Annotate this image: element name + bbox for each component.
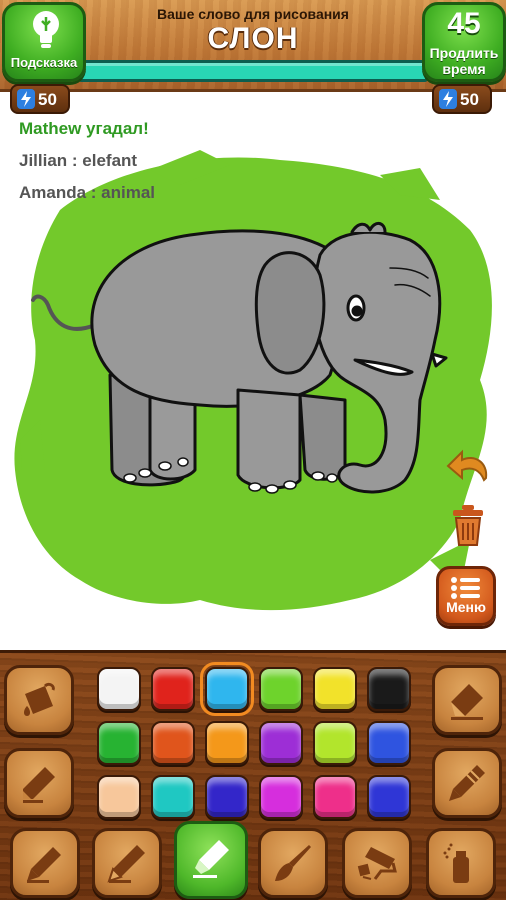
undo-arrow-icon[interactable] bbox=[444, 448, 492, 488]
top-bar: Ваше слово для рисования СЛОН Подсказка … bbox=[0, 0, 506, 92]
color-swatch[interactable] bbox=[367, 775, 411, 819]
crayon-button[interactable] bbox=[432, 748, 502, 818]
eraser-icon bbox=[451, 684, 483, 720]
highlighter-button[interactable] bbox=[174, 821, 248, 899]
pen-icon bbox=[27, 847, 61, 883]
extend-cost: 50 bbox=[460, 90, 479, 109]
chat-message: Amanda : animal bbox=[19, 183, 156, 202]
paint-roller-icon bbox=[357, 847, 397, 880]
color-swatch[interactable] bbox=[200, 662, 254, 716]
guess-chat: Mathew угадал! Jillian : elefant Amanda … bbox=[19, 118, 155, 214]
color-swatch[interactable] bbox=[205, 721, 249, 765]
extend-cost-badge: 50 bbox=[432, 84, 492, 114]
eraser-button[interactable] bbox=[432, 665, 502, 735]
extend-time-label: Продлить время bbox=[429, 45, 499, 77]
color-swatch[interactable] bbox=[205, 775, 249, 819]
color-swatch[interactable] bbox=[97, 775, 141, 819]
color-swatch[interactable] bbox=[151, 775, 195, 819]
marker-button[interactable] bbox=[4, 748, 74, 818]
paint-roller-button[interactable] bbox=[342, 828, 412, 898]
spray-can-icon bbox=[443, 843, 469, 883]
chat-message: Jillian : elefant bbox=[19, 151, 138, 170]
menu-list-icon bbox=[451, 577, 480, 599]
hint-cost-badge: 50 bbox=[10, 84, 70, 114]
menu-button[interactable]: Меню bbox=[436, 566, 496, 626]
color-swatch[interactable] bbox=[151, 721, 195, 765]
extend-time-button[interactable]: 45 Продлить время bbox=[422, 2, 506, 82]
crayon-icon bbox=[449, 765, 485, 801]
lightbulb-icon bbox=[33, 11, 59, 48]
color-swatch[interactable] bbox=[151, 667, 195, 711]
marker-icon bbox=[23, 767, 55, 803]
timer-bar bbox=[78, 60, 428, 82]
pencil-icon bbox=[107, 845, 145, 883]
paint-bucket-button[interactable] bbox=[4, 665, 74, 735]
spray-can-button[interactable] bbox=[426, 828, 496, 898]
color-swatch[interactable] bbox=[97, 667, 141, 711]
color-swatch[interactable] bbox=[313, 775, 357, 819]
menu-label: Меню bbox=[446, 599, 486, 615]
color-swatch[interactable] bbox=[259, 667, 303, 711]
paintbrush-button[interactable] bbox=[258, 828, 328, 898]
color-swatch[interactable] bbox=[313, 667, 357, 711]
lightning-icon bbox=[439, 89, 457, 109]
highlighter-icon bbox=[193, 840, 229, 878]
lightning-icon bbox=[17, 89, 35, 109]
color-swatch[interactable] bbox=[313, 721, 357, 765]
tool-palette bbox=[0, 650, 506, 900]
hint-button[interactable]: Подсказка bbox=[2, 2, 86, 82]
color-swatch[interactable] bbox=[367, 667, 411, 711]
color-swatch[interactable] bbox=[259, 775, 303, 819]
color-swatch[interactable] bbox=[259, 721, 303, 765]
trash-icon[interactable] bbox=[450, 503, 486, 547]
hint-label: Подсказка bbox=[10, 55, 78, 70]
pencil-button[interactable] bbox=[92, 828, 162, 898]
hint-cost: 50 bbox=[38, 90, 57, 109]
seconds-counter: 45 bbox=[447, 7, 481, 40]
color-swatch[interactable] bbox=[367, 721, 411, 765]
pen-button[interactable] bbox=[10, 828, 80, 898]
color-swatch[interactable] bbox=[97, 721, 141, 765]
paint-bucket-icon bbox=[24, 682, 55, 716]
chat-message: Mathew угадал! bbox=[19, 119, 149, 138]
paintbrush-icon bbox=[275, 845, 311, 881]
